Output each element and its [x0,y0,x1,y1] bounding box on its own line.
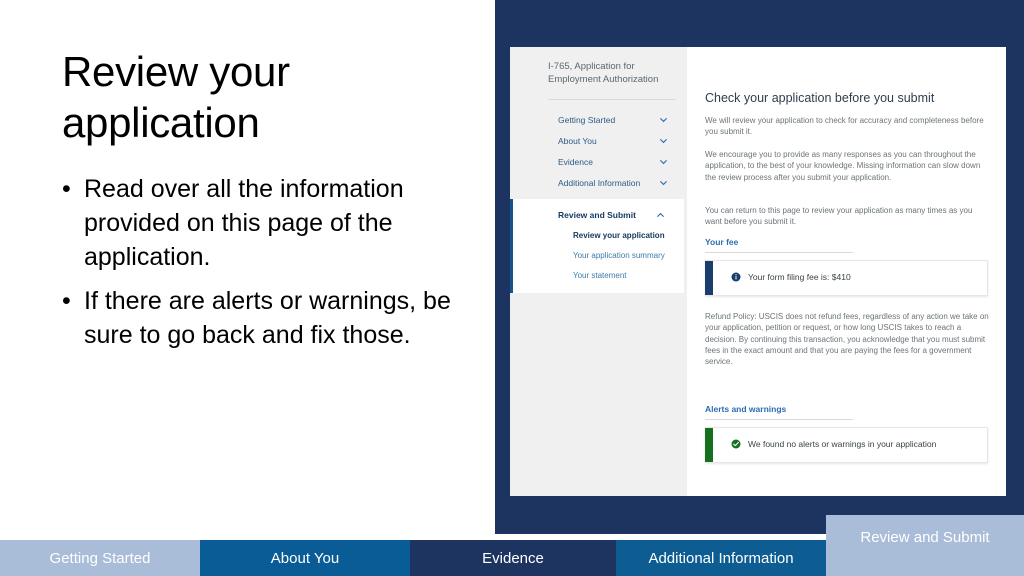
refund-policy-paragraph: Refund Policy: USCIS does not refund fee… [705,312,989,367]
sidebar-group-review-and-submit: Review and Submit Review your applicatio… [510,199,684,293]
chevron-down-icon [660,138,667,143]
page-title: Review your application [62,48,290,147]
sidebar-item-about-you[interactable]: About You [510,130,687,151]
sidebar-item-label: Evidence [558,156,593,167]
list-item: • If there are alerts or warnings, be su… [58,284,473,352]
tab-getting-started[interactable]: Getting Started [0,540,200,576]
alerts-section-divider [705,419,853,420]
slide-canvas: Review your application • Read over all … [0,0,1024,576]
sidebar-item-review-and-submit[interactable]: Review and Submit [513,204,684,225]
chevron-down-icon [660,117,667,122]
tab-evidence[interactable]: Evidence [410,540,616,576]
info-circle-icon [731,272,741,282]
check-circle-icon [731,439,741,449]
embedded-app-screenshot: I-765, Application for Employment Author… [510,47,1006,496]
chevron-down-icon [660,180,667,185]
bullet-marker-icon: • [62,175,71,203]
tab-about-you[interactable]: About You [200,540,410,576]
sidebar-item-evidence[interactable]: Evidence [510,151,687,172]
intro-paragraph-3: You can return to this page to review yo… [705,206,973,227]
content-heading: Check your application before you submit [705,91,935,105]
tab-label: About You [270,549,340,567]
intro-paragraph-1: We will review your application to check… [705,116,984,137]
bullet-marker-icon: • [62,287,71,315]
sidebar-item-getting-started[interactable]: Getting Started [510,109,687,130]
sidebar-subitem-label: Your statement [573,270,627,280]
alerts-section-label: Alerts and warnings [705,404,787,414]
sidebar-subitem-label: Your application summary [573,250,665,260]
list-item: • Read over all the information provided… [58,172,473,274]
bottom-tabstrip: Getting Started About You Evidence Addit… [0,515,1024,576]
alerts-accent-bar [705,428,713,462]
chevron-down-icon [660,159,667,164]
tab-review-and-submit[interactable]: Review and Submit [826,515,1024,576]
chevron-up-icon [657,212,664,217]
list-item-text: If there are alerts or warnings, be sure… [84,287,451,349]
sidebar-subitem-your-statement[interactable]: Your statement [513,265,684,285]
form-name-heading: I-765, Application for Employment Author… [548,61,659,85]
alerts-status-box: We found no alerts or warnings in your a… [705,427,988,463]
sidebar-subitem-your-application-summary[interactable]: Your application summary [513,245,684,265]
tab-label: Review and Submit [860,529,990,546]
fee-alert-box: Your form filing fee is: $410 [705,260,988,296]
sidebar-nav-list: Getting Started About You Evidence Addit… [510,109,687,293]
sidebar-item-additional-information[interactable]: Additional Information [510,172,687,193]
list-item-text: Read over all the information provided o… [84,175,404,271]
sidebar-item-label: Additional Information [558,177,641,188]
fee-section-divider [705,252,853,253]
fee-alert-text: Your form filing fee is: $410 [748,272,851,282]
intro-paragraph-2: We encourage you to provide as many resp… [705,150,981,182]
tab-additional-information[interactable]: Additional Information [616,540,826,576]
sidebar-item-label: About You [558,135,597,146]
tab-label: Getting Started [49,549,151,567]
sidebar-subitem-label: Review your application [573,230,665,240]
sidebar-subitem-review-your-application[interactable]: Review your application [513,225,684,245]
alerts-status-text: We found no alerts or warnings in your a… [748,439,937,449]
fee-alert-accent-bar [705,261,713,295]
bullet-list: • Read over all the information provided… [58,172,473,362]
sidebar-divider [548,99,676,100]
sidebar-item-label: Review and Submit [558,209,636,220]
fee-section-label: Your fee [705,237,739,247]
sidebar-item-label: Getting Started [558,114,616,125]
tab-label: Evidence [482,549,544,567]
app-sidebar: I-765, Application for Employment Author… [510,47,687,496]
tab-label: Additional Information [648,549,794,567]
app-main-content: Check your application before you submit… [687,47,1006,496]
